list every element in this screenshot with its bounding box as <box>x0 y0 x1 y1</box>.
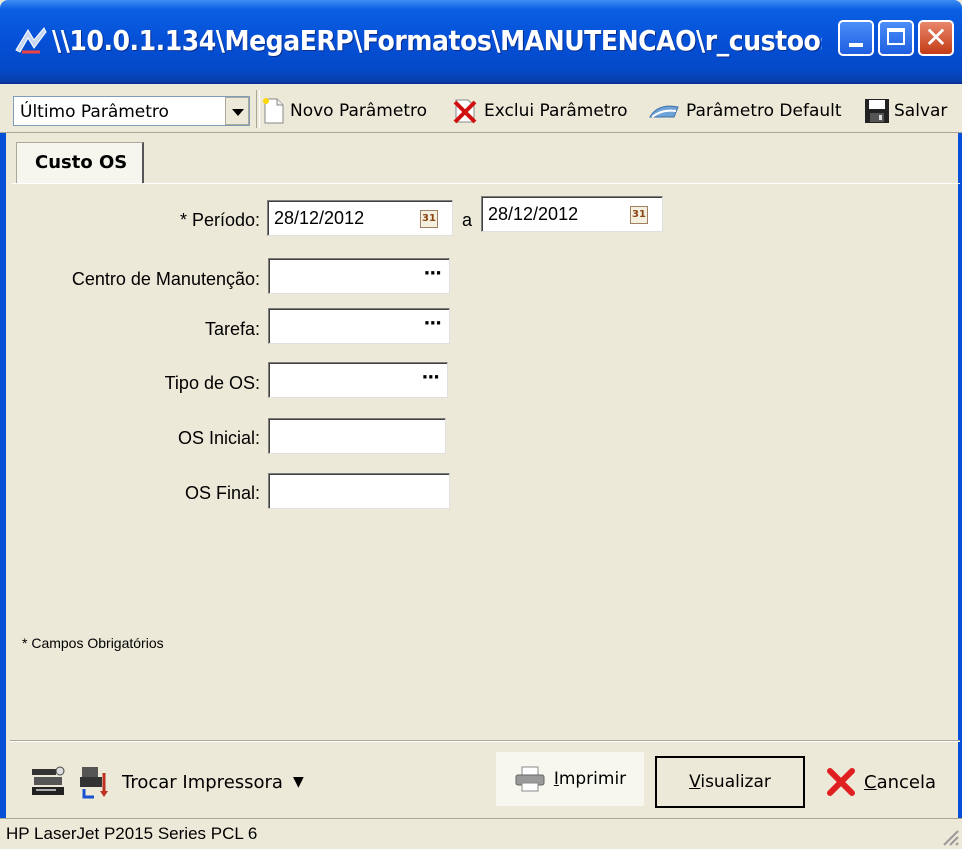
new-document-icon <box>263 98 284 124</box>
calendar-icon[interactable]: 31 <box>630 206 648 224</box>
toolbar: Último Parâmetro Novo Parâmetro Exclui P… <box>0 84 962 133</box>
window-title: \\10.0.1.134\MegaERP\Formatos\MANUTENCAO… <box>52 24 822 57</box>
change-printer-button[interactable]: Trocar Impressora ▼ <box>30 758 304 806</box>
printer-icon <box>32 766 65 795</box>
lookup-icon[interactable]: ··· <box>421 363 439 393</box>
centro-manutencao-field[interactable]: ··· <box>268 258 450 294</box>
chevron-down-icon[interactable]: ▼ <box>293 774 304 790</box>
window-frame-left <box>0 82 6 848</box>
title-bar[interactable]: \\10.0.1.134\MegaERP\Formatos\MANUTENCAO… <box>0 0 962 84</box>
new-parameter-label: Novo Parâmetro <box>290 101 427 121</box>
print-button[interactable]: Imprimir <box>496 752 644 806</box>
lookup-icon[interactable]: ··· <box>423 259 441 289</box>
cancel-button[interactable]: Cancela <box>826 758 936 806</box>
default-parameter-label: Parâmetro Default <box>686 101 842 121</box>
cancel-label: Cancela <box>864 771 937 793</box>
preview-label: Visualizar <box>689 772 771 792</box>
os-inicial-label: OS Inicial: <box>177 428 260 448</box>
periodo-end-value: 28/12/2012 <box>488 204 579 224</box>
delete-parameter-button[interactable]: Exclui Parâmetro <box>452 96 628 126</box>
periodo-separator: a <box>461 210 472 230</box>
status-bar: HP LaserJet P2015 Series PCL 6 <box>0 818 962 849</box>
os-inicial-field[interactable] <box>268 418 446 454</box>
periodo-end-field[interactable]: 28/12/2012 31 <box>481 196 663 232</box>
parameter-select[interactable]: Último Parâmetro <box>13 96 250 126</box>
report-window: \\10.0.1.134\MegaERP\Formatos\MANUTENCAO… <box>0 0 962 849</box>
os-final-label: OS Final: <box>184 483 260 503</box>
print-label: Imprimir <box>553 769 627 789</box>
delete-parameter-label: Exclui Parâmetro <box>484 101 628 121</box>
periodo-label: * Período: <box>179 210 260 230</box>
resize-grip-icon[interactable] <box>938 825 960 847</box>
tipo-os-field[interactable]: ··· <box>268 362 448 398</box>
tipo-os-label: Tipo de OS: <box>164 373 260 393</box>
tarefa-field[interactable]: ··· <box>268 308 450 344</box>
os-final-field[interactable] <box>268 473 450 509</box>
required-fields-note: * Campos Obrigatórios <box>22 635 164 651</box>
lookup-icon[interactable]: ··· <box>423 309 441 339</box>
chevron-down-icon[interactable] <box>225 97 249 125</box>
close-icon: ✕ <box>924 21 948 54</box>
bottom-separator <box>10 740 960 742</box>
periodo-start-value: 28/12/2012 <box>274 208 365 228</box>
floppy-disk-icon <box>865 99 889 123</box>
close-button[interactable]: ✕ <box>918 20 954 56</box>
preview-button[interactable]: Visualizar <box>655 756 805 808</box>
calendar-icon[interactable]: 31 <box>420 210 438 228</box>
cancel-x-icon <box>827 768 855 796</box>
tarefa-label: Tarefa: <box>204 319 260 339</box>
printer-icon <box>515 766 545 792</box>
save-button[interactable]: Salvar <box>864 96 947 126</box>
default-parameter-icon <box>649 105 679 118</box>
tab-custo-os[interactable]: Custo OS <box>16 142 144 184</box>
swap-printer-icon <box>80 767 108 799</box>
minimize-button[interactable] <box>838 20 874 56</box>
centro-manutencao-label: Centro de Manutenção: <box>71 269 260 289</box>
change-printer-label: Trocar Impressora <box>122 771 283 793</box>
maximize-button[interactable] <box>878 20 914 56</box>
save-label: Salvar <box>894 101 948 121</box>
printer-status: HP LaserJet P2015 Series PCL 6 <box>6 824 258 843</box>
periodo-start-field[interactable]: 28/12/2012 31 <box>267 200 453 236</box>
report-app-icon <box>15 27 47 54</box>
new-parameter-button[interactable]: Novo Parâmetro <box>262 96 427 126</box>
default-parameter-button[interactable]: Parâmetro Default <box>648 96 842 126</box>
toolbar-separator <box>256 90 260 128</box>
delete-document-icon <box>453 99 477 124</box>
parameter-select-value: Último Parâmetro <box>20 102 169 122</box>
